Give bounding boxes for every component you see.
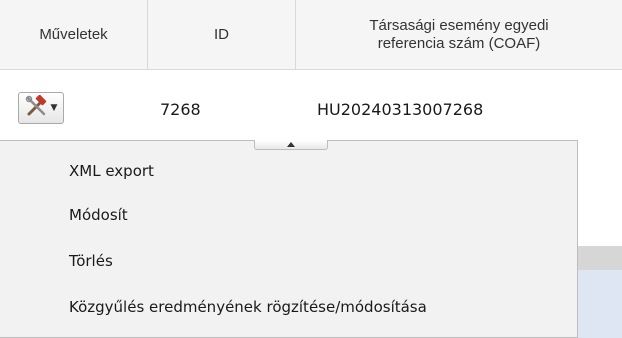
column-header-coaf[interactable]: Társasági esemény egyedi referencia szám… xyxy=(296,0,622,69)
chevron-up-icon xyxy=(287,142,295,147)
column-header-coaf-label: Társasági esemény egyedi referencia szám… xyxy=(369,17,548,53)
table-header: Műveletek ID Társasági esemény egyedi re… xyxy=(0,0,622,70)
column-header-coaf-line1: Társasági esemény egyedi xyxy=(369,16,549,34)
background-row-selected xyxy=(578,270,622,338)
menu-item-label: Módosít xyxy=(69,206,128,224)
column-header-actions[interactable]: Műveletek xyxy=(0,0,148,69)
column-header-actions-label: Műveletek xyxy=(39,25,108,43)
column-header-id-label: ID xyxy=(214,25,229,43)
actions-dropdown-menu: XML export Módosít Törlés Közgyűlés ered… xyxy=(0,140,578,338)
menu-item-modify[interactable]: Módosít xyxy=(0,193,578,237)
menu-item-delete[interactable]: Törlés xyxy=(0,239,578,283)
cell-coaf: HU20240313007268 xyxy=(317,100,484,119)
menu-item-xml-export[interactable]: XML export xyxy=(0,149,578,193)
menu-item-label: Törlés xyxy=(69,252,113,270)
column-header-coaf-line2: referencia szám (COAF) xyxy=(377,34,541,52)
actions-menu-button[interactable]: ▼ xyxy=(18,92,64,124)
table-row[interactable] xyxy=(0,70,622,140)
tools-icon xyxy=(25,94,49,121)
cell-id: 7268 xyxy=(160,100,201,119)
menu-item-label: Közgyűlés eredményének rögzítése/módosít… xyxy=(69,298,427,316)
chevron-down-icon: ▼ xyxy=(50,102,58,113)
column-header-id[interactable]: ID xyxy=(148,0,296,69)
background-row-gray xyxy=(578,246,622,270)
menu-item-label: XML export xyxy=(69,162,154,180)
menu-item-record-meeting-results[interactable]: Közgyűlés eredményének rögzítése/módosít… xyxy=(0,285,578,329)
